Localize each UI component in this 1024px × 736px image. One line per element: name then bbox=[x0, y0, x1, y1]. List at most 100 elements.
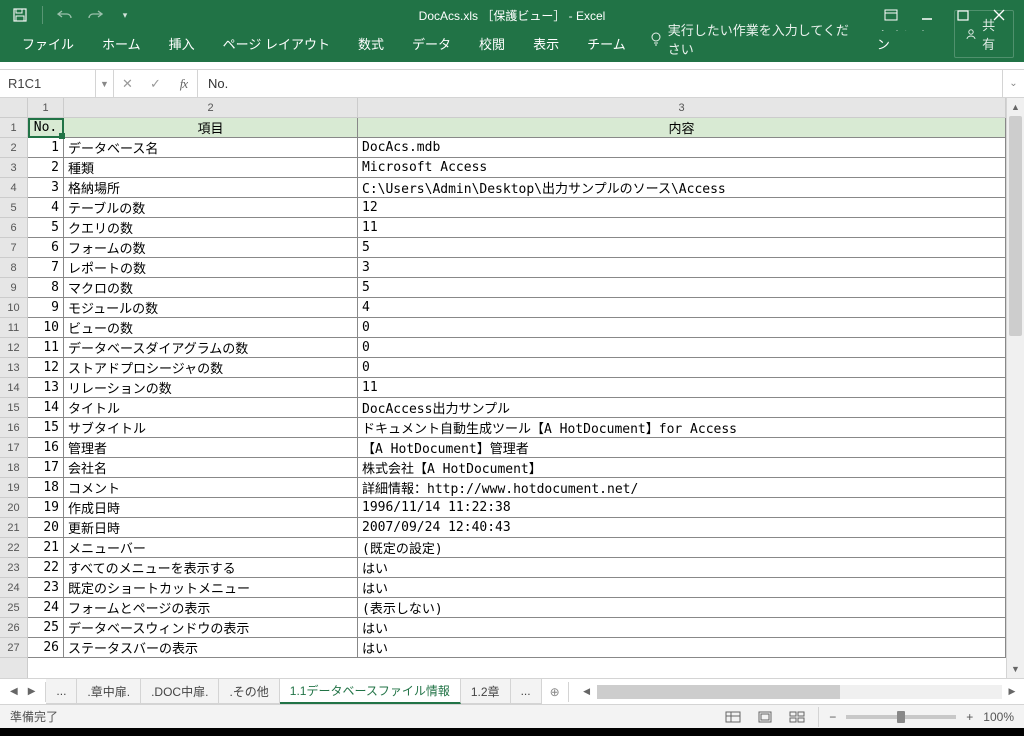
cell-value[interactable]: (既定の設定) bbox=[358, 538, 1006, 557]
zoom-level[interactable]: 100% bbox=[983, 710, 1014, 724]
cell-no[interactable]: 13 bbox=[28, 378, 64, 397]
cell-no[interactable]: 12 bbox=[28, 358, 64, 377]
row-header[interactable]: 22 bbox=[0, 538, 27, 558]
cell-item[interactable]: 作成日時 bbox=[64, 498, 358, 517]
zoom-in-button[interactable]: + bbox=[966, 710, 973, 724]
scroll-track[interactable] bbox=[597, 685, 1002, 699]
row-header[interactable]: 11 bbox=[0, 318, 27, 338]
header-cell-item[interactable]: 項目 bbox=[64, 118, 358, 137]
row-header[interactable]: 19 bbox=[0, 478, 27, 498]
tab-formulas[interactable]: 数式 bbox=[344, 28, 398, 62]
cell-no[interactable]: 23 bbox=[28, 578, 64, 597]
page-layout-view-icon[interactable] bbox=[754, 708, 776, 726]
column-header[interactable]: 1 bbox=[28, 98, 64, 117]
row-header[interactable]: 13 bbox=[0, 358, 27, 378]
row-header[interactable]: 4 bbox=[0, 178, 27, 198]
row-header[interactable]: 6 bbox=[0, 218, 27, 238]
zoom-out-button[interactable]: − bbox=[829, 710, 836, 724]
cell-item[interactable]: データベースウィンドウの表示 bbox=[64, 618, 358, 637]
row-header[interactable]: 9 bbox=[0, 278, 27, 298]
cell-value[interactable]: 4 bbox=[358, 298, 1006, 317]
tab-insert[interactable]: 挿入 bbox=[155, 28, 209, 62]
cell-value[interactable]: はい bbox=[358, 558, 1006, 577]
cell-value[interactable]: 3 bbox=[358, 258, 1006, 277]
tab-file[interactable]: ファイル bbox=[8, 28, 88, 62]
sheet-tab-overflow[interactable]: ... bbox=[511, 679, 542, 704]
row-header[interactable]: 7 bbox=[0, 238, 27, 258]
row-header[interactable]: 24 bbox=[0, 578, 27, 598]
cell-no[interactable]: 3 bbox=[28, 178, 64, 197]
scroll-down-icon[interactable]: ▼ bbox=[1007, 660, 1024, 678]
header-cell-no[interactable]: No. bbox=[28, 118, 64, 137]
row-header[interactable]: 10 bbox=[0, 298, 27, 318]
cell-value[interactable]: 詳細情報：http://www.hotdocument.net/ bbox=[358, 478, 1006, 497]
cell-item[interactable]: マクロの数 bbox=[64, 278, 358, 297]
redo-icon[interactable] bbox=[87, 7, 103, 23]
cell-item[interactable]: すべてのメニューを表示する bbox=[64, 558, 358, 577]
column-header[interactable]: 3 bbox=[358, 98, 1006, 117]
scroll-right-icon[interactable]: ▶ bbox=[1004, 686, 1020, 697]
row-header[interactable]: 17 bbox=[0, 438, 27, 458]
cell-value[interactable]: はい bbox=[358, 638, 1006, 657]
row-header[interactable]: 8 bbox=[0, 258, 27, 278]
cell-item[interactable]: ビューの数 bbox=[64, 318, 358, 337]
scroll-track[interactable] bbox=[1007, 116, 1024, 660]
cell-item[interactable]: テーブルの数 bbox=[64, 198, 358, 217]
cell-no[interactable]: 26 bbox=[28, 638, 64, 657]
cell-no[interactable]: 15 bbox=[28, 418, 64, 437]
cell-no[interactable]: 16 bbox=[28, 438, 64, 457]
header-cell-value[interactable]: 内容 bbox=[358, 118, 1006, 137]
cell-item[interactable]: ステータスバーの表示 bbox=[64, 638, 358, 657]
horizontal-scrollbar[interactable]: ◀ ▶ bbox=[569, 685, 1024, 699]
tab-page-layout[interactable]: ページ レイアウト bbox=[209, 28, 344, 62]
cell-no[interactable]: 22 bbox=[28, 558, 64, 577]
row-header[interactable]: 25 bbox=[0, 598, 27, 618]
cell-value[interactable]: 11 bbox=[358, 378, 1006, 397]
cell-value[interactable]: DocAccess出力サンプル bbox=[358, 398, 1006, 417]
save-icon[interactable] bbox=[12, 7, 28, 23]
cell-value[interactable]: 【A HotDocument】管理者 bbox=[358, 438, 1006, 457]
cell-no[interactable]: 20 bbox=[28, 518, 64, 537]
sheet-tab[interactable]: .章中扉. bbox=[77, 679, 141, 704]
cell-no[interactable]: 10 bbox=[28, 318, 64, 337]
cell-value[interactable]: はい bbox=[358, 578, 1006, 597]
formula-input[interactable]: No. bbox=[198, 76, 1002, 91]
share-button[interactable]: 共有 bbox=[954, 10, 1014, 58]
scroll-left-icon[interactable]: ◀ bbox=[579, 686, 595, 697]
cell-no[interactable]: 17 bbox=[28, 458, 64, 477]
cell-item[interactable]: タイトル bbox=[64, 398, 358, 417]
cell-value[interactable]: 0 bbox=[358, 358, 1006, 377]
expand-formula-bar-icon[interactable]: ⌄ bbox=[1002, 70, 1024, 97]
cell-item[interactable]: モジュールの数 bbox=[64, 298, 358, 317]
cell-item[interactable]: サブタイトル bbox=[64, 418, 358, 437]
cell-item[interactable]: ストアドプロシージャの数 bbox=[64, 358, 358, 377]
tab-view[interactable]: 表示 bbox=[519, 28, 573, 62]
row-header[interactable]: 27 bbox=[0, 638, 27, 658]
cell-value[interactable]: (表示しない) bbox=[358, 598, 1006, 617]
row-header[interactable]: 2 bbox=[0, 138, 27, 158]
tab-data[interactable]: データ bbox=[398, 28, 465, 62]
cell-no[interactable]: 8 bbox=[28, 278, 64, 297]
tab-home[interactable]: ホーム bbox=[88, 28, 155, 62]
cell-item[interactable]: クエリの数 bbox=[64, 218, 358, 237]
row-header[interactable]: 14 bbox=[0, 378, 27, 398]
name-box[interactable]: R1C1 bbox=[0, 70, 96, 97]
cell-no[interactable]: 6 bbox=[28, 238, 64, 257]
zoom-slider-thumb[interactable] bbox=[897, 711, 905, 723]
cell-value[interactable]: はい bbox=[358, 618, 1006, 637]
cell-value[interactable]: Microsoft Access bbox=[358, 158, 1006, 177]
cell-item[interactable]: 会社名 bbox=[64, 458, 358, 477]
row-header[interactable]: 5 bbox=[0, 198, 27, 218]
cell-item[interactable]: 種類 bbox=[64, 158, 358, 177]
sheet-tab[interactable]: 1.2章 bbox=[461, 679, 511, 704]
cancel-formula-icon[interactable]: ✕ bbox=[114, 70, 142, 97]
cell-no[interactable]: 9 bbox=[28, 298, 64, 317]
zoom-slider[interactable] bbox=[846, 715, 956, 719]
cell-no[interactable]: 24 bbox=[28, 598, 64, 617]
cell-value[interactable]: C:\Users\Admin\Desktop\出力サンプルのソース\Access bbox=[358, 178, 1006, 197]
row-header[interactable]: 23 bbox=[0, 558, 27, 578]
tab-team[interactable]: チーム bbox=[573, 28, 640, 62]
row-header[interactable]: 16 bbox=[0, 418, 27, 438]
cell-item[interactable]: 管理者 bbox=[64, 438, 358, 457]
cell-no[interactable]: 19 bbox=[28, 498, 64, 517]
